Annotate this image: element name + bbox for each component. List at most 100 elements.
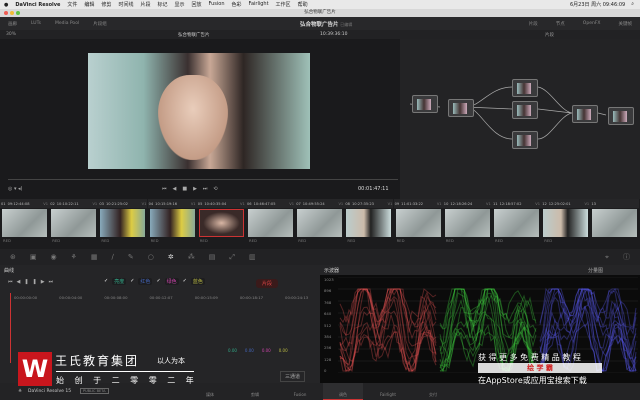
playback-buttons[interactable]: ⏮◀■▶⏭⟲ xyxy=(162,186,224,192)
clip-thumbnail[interactable]: 08 10:27:35:23 V1 RED xyxy=(344,199,394,243)
node-01[interactable] xyxy=(412,95,438,113)
camera-raw-icon[interactable]: ⊛ xyxy=(10,253,16,261)
media-pool-button[interactable]: Media Pool xyxy=(55,21,79,26)
clip-thumbnail[interactable]: 10 12:18:26:24 V1 RED xyxy=(442,199,492,243)
menu-item[interactable]: 标记 xyxy=(157,1,167,8)
clip-button[interactable]: 片段 xyxy=(256,279,279,288)
page-tab[interactable]: 调色 xyxy=(323,392,363,398)
node-02[interactable] xyxy=(448,99,474,117)
blur-icon[interactable]: ⁂ xyxy=(188,253,195,261)
tracker-icon[interactable]: ✲ xyxy=(168,253,174,261)
clip-track: V1 xyxy=(141,201,147,206)
openfx-button[interactable]: OpenFX xyxy=(583,21,601,27)
close-button[interactable] xyxy=(4,11,8,15)
channel-value[interactable]: 0.00 xyxy=(262,348,271,353)
page-tab[interactable]: Fairlight xyxy=(368,392,408,397)
channel-toggle-y[interactable]: 亮度 xyxy=(112,278,127,285)
clip-thumbnail[interactable]: 09 11:01:33:22 V1 RED xyxy=(393,199,443,243)
color-match-icon[interactable]: ▣ xyxy=(30,253,37,261)
menu-item[interactable]: 工作区 xyxy=(276,1,291,8)
clip-header: 07 10:49:55:24 V1 xyxy=(295,199,345,208)
scrubber[interactable] xyxy=(8,179,398,180)
sizing-icon[interactable]: ⤢ xyxy=(229,253,235,262)
clips-mode-button[interactable]: 片段 xyxy=(529,21,538,27)
color-wheels-icon[interactable]: ◉ xyxy=(51,253,57,261)
page-tab[interactable]: 剪辑 xyxy=(235,392,275,398)
motion-effects-icon[interactable]: ▦ xyxy=(91,253,98,261)
clip-thumbnail[interactable]: 01 09:12:44:08 V1 RED xyxy=(0,199,49,243)
3d-icon[interactable]: ▥ xyxy=(249,253,256,261)
node-03[interactable] xyxy=(512,79,538,97)
clip-thumbnail[interactable]: 12 12:25:02:01 V1 RED xyxy=(541,199,591,243)
key-icon[interactable]: ▤ xyxy=(209,253,216,261)
channel-check-icon[interactable]: ✓ xyxy=(156,278,160,285)
clip-track: V1 xyxy=(92,201,98,206)
clip-thumbnail[interactable]: 11 12:18:57:02 V1 RED xyxy=(492,199,541,243)
channel-check-icon[interactable]: ✓ xyxy=(104,278,108,285)
curves-icon[interactable]: ∕ xyxy=(112,253,114,261)
timeline-dropdown[interactable]: 弘合物联广告片 xyxy=(178,32,210,38)
scope-mode-dropdown[interactable]: 分量图 xyxy=(588,267,603,274)
scope-icon[interactable]: ⌖ xyxy=(605,253,609,262)
luts-button[interactable]: LUTs xyxy=(31,21,41,26)
channel-check-icon[interactable]: ✓ xyxy=(130,278,134,285)
menu-item[interactable]: 片段 xyxy=(140,1,150,8)
clip-thumbnail[interactable]: 06 10:46:47:05 V1 RED xyxy=(246,199,295,243)
menu-item[interactable]: 回放 xyxy=(192,1,202,8)
node-07[interactable] xyxy=(608,107,634,125)
clip-thumbnail[interactable]: 02 10:10:22:11 V1 RED xyxy=(49,199,99,243)
qualifier-icon[interactable]: ✎ xyxy=(128,253,134,261)
curve-mode-dropdown[interactable]: 三通道 xyxy=(280,371,306,382)
window-icon[interactable]: ○ xyxy=(148,253,154,261)
channel-toggle-g[interactable]: 绿色 xyxy=(164,278,179,285)
resolve-logo-icon: ♣ xyxy=(18,389,23,394)
page-tab[interactable]: 交付 xyxy=(413,392,453,398)
channel-toggle-r[interactable]: 红色 xyxy=(138,278,153,285)
menu-item[interactable]: 时间线 xyxy=(118,1,133,8)
menu-item[interactable]: 修剪 xyxy=(101,1,111,8)
channel-value[interactable]: 0.00 xyxy=(228,348,237,353)
page-tab[interactable]: 媒体 xyxy=(190,392,230,398)
info-icon[interactable]: ⓘ xyxy=(623,252,640,262)
menu-item[interactable]: Fusion xyxy=(209,1,225,8)
menu-item[interactable]: 显示 xyxy=(174,1,184,8)
menu-item[interactable]: 色彩 xyxy=(232,1,242,8)
gallery-button[interactable]: 画廊 xyxy=(8,21,17,27)
channel-value[interactable]: 0.00 xyxy=(245,348,254,353)
search-icon[interactable]: ⌕ xyxy=(631,1,634,8)
keyframes-button[interactable]: 关键帧 xyxy=(619,21,633,27)
node-mode-dropdown[interactable]: 片段 xyxy=(545,32,554,38)
channel-check-icon[interactable]: ✓ xyxy=(183,278,187,285)
menu-item[interactable]: 文件 xyxy=(67,1,77,8)
clip-thumbnail[interactable]: 04 10:15:19:16 V1 RED xyxy=(147,199,197,243)
node-06[interactable] xyxy=(572,105,598,123)
node-04[interactable] xyxy=(512,101,538,119)
apple-icon[interactable]: ● xyxy=(4,2,8,8)
keyframe-playback[interactable]: ⏮◀❚❚▶⏭ xyxy=(8,279,57,285)
page-tab[interactable]: Fusion xyxy=(280,392,320,397)
clip-strip: 01 09:12:44:08 V1 RED 02 10:10:22:11 V1 RED 03 10… xyxy=(0,199,640,249)
channel-value[interactable]: 0.00 xyxy=(279,348,288,353)
menu-app[interactable]: DaVinci Resolve xyxy=(15,2,60,8)
scope-tick: 896 xyxy=(324,288,332,294)
zoom-dropdown[interactable]: 30% xyxy=(6,32,16,37)
project-status: 已编辑 xyxy=(340,21,353,27)
zoom-button[interactable] xyxy=(16,11,20,15)
audio-icon[interactable]: ◎ ▾ ◂) xyxy=(8,186,23,192)
clip-number: 11 xyxy=(493,201,498,206)
clip-thumbnail[interactable]: 13 xyxy=(590,199,640,238)
rgb-mixer-icon[interactable]: ⚘ xyxy=(71,253,77,261)
menu-item[interactable]: 帮助 xyxy=(298,1,308,8)
menu-item[interactable]: 编辑 xyxy=(84,1,94,8)
clip-thumbnail[interactable]: 07 10:49:55:24 V1 RED xyxy=(295,199,345,243)
keyframe-playhead[interactable] xyxy=(10,293,11,363)
clips-button[interactable]: 片段组 xyxy=(93,21,107,27)
nodes-button[interactable]: 节点 xyxy=(556,21,565,27)
node-05[interactable] xyxy=(512,131,538,149)
menu-item[interactable]: Fairlight xyxy=(249,1,269,8)
channel-toggle-b[interactable]: 蓝色 xyxy=(190,278,205,285)
clip-thumbnail[interactable]: 05 10:40:35:04 V1 RED xyxy=(196,199,246,243)
minimize-button[interactable] xyxy=(10,11,14,15)
clip-header: 03 10:21:25:02 V1 xyxy=(98,199,148,208)
clip-thumbnail[interactable]: 03 10:21:25:02 V1 RED xyxy=(98,199,148,243)
